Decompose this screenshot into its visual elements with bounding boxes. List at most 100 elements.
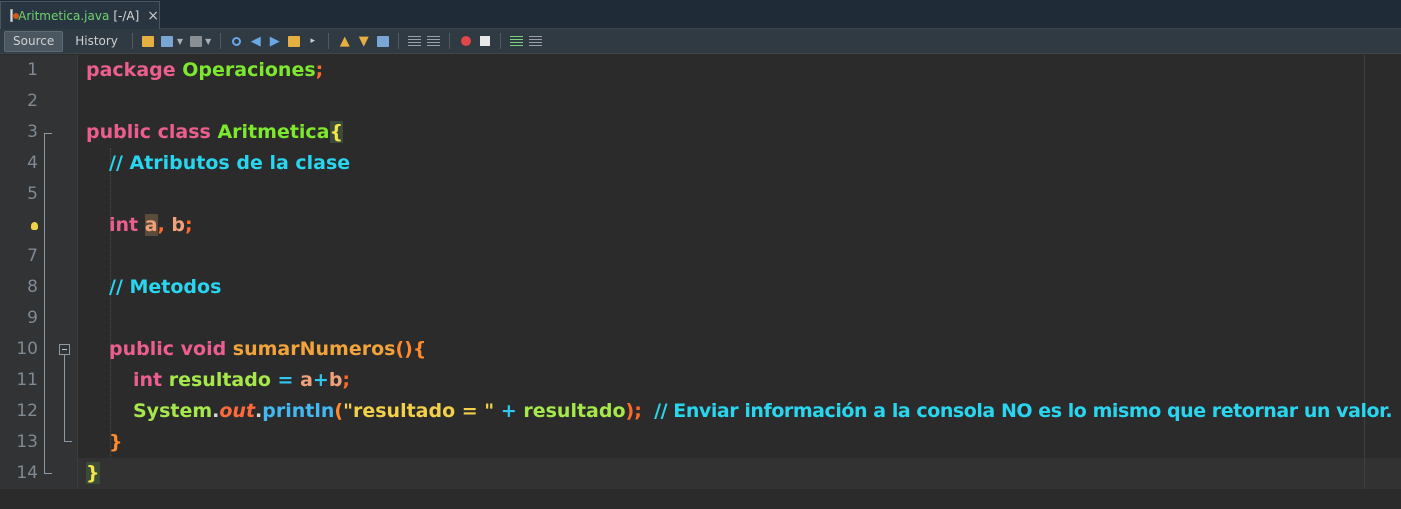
line-number: 9: [27, 308, 38, 328]
method-fold-toggle[interactable]: [59, 344, 70, 355]
line-number: 4: [27, 153, 38, 173]
line-number: 13: [16, 432, 38, 452]
toolbar-separator: [220, 33, 222, 49]
code-token: ;: [342, 369, 351, 391]
line-number: 1: [27, 60, 38, 80]
method-fold-line: [64, 355, 65, 441]
hint-bulb-icon[interactable]: [28, 220, 40, 232]
code-token: package: [86, 59, 176, 81]
find-icon[interactable]: [229, 34, 244, 49]
history-button[interactable]: History: [67, 31, 126, 52]
line-number: 5: [27, 184, 38, 204]
code-line-6: int a, b;: [109, 210, 193, 241]
toggle-bookmark-icon[interactable]: [375, 34, 390, 49]
code-token: Operaciones: [175, 59, 316, 81]
toolbar-separator: [131, 33, 133, 49]
code-token: resultado: [523, 400, 626, 422]
line-number: 3: [27, 122, 38, 142]
rectangular-selection-icon[interactable]: ▸: [305, 34, 320, 49]
code-token: // Atributos de la clase: [109, 152, 351, 174]
next-bookmark-icon[interactable]: ▼: [356, 34, 371, 49]
last-edit-icon[interactable]: [141, 34, 156, 49]
code-token: +: [312, 369, 329, 391]
line-number: 7: [27, 246, 38, 266]
tab-mode: [-/A]: [113, 8, 140, 23]
code-line-3: public class Aritmetica{: [86, 117, 344, 148]
line-number: 10: [16, 339, 38, 359]
code-token: (){: [395, 338, 427, 360]
code-editor[interactable]: 1 2 3 4 5 6 7 8 9 10 11 12 13 14 package…: [0, 55, 1401, 509]
back-dropdown-icon[interactable]: ▼: [177, 37, 183, 46]
source-button[interactable]: Source: [4, 30, 64, 52]
code-token: a: [144, 214, 158, 236]
previous-bookmark-icon[interactable]: ▲: [337, 34, 352, 49]
right-margin-line: [1364, 55, 1365, 509]
code-token: =: [270, 369, 301, 391]
java-file-icon: [10, 9, 20, 22]
code-token: out: [219, 400, 256, 422]
class-fold-start: [44, 133, 52, 134]
close-tab-icon[interactable]: ×: [147, 8, 159, 24]
toolbar-separator: [449, 33, 451, 49]
class-fold-end: [44, 473, 52, 474]
editor-bottom: [0, 489, 1401, 509]
code-token: +: [494, 400, 524, 422]
code-token: resultado: [162, 369, 271, 391]
code-token: ;: [315, 59, 324, 81]
code-token: b: [164, 214, 186, 236]
code-token: int: [109, 214, 139, 236]
code-token: a: [300, 369, 313, 391]
code-token: }: [109, 431, 123, 453]
tab-aritmetica-java[interactable]: Aritmetica.java [-/A] ×: [0, 1, 160, 29]
code-token: ,: [157, 214, 165, 236]
start-macro-recording-icon[interactable]: [458, 34, 473, 49]
code-token: (: [334, 400, 344, 422]
line-number: 2: [27, 91, 38, 111]
code-line-12: System.out.println("resultado = " + resu…: [133, 396, 1393, 427]
code-line-10: public void sumarNumeros(){: [109, 334, 426, 365]
code-token: Aritmetica: [210, 121, 330, 143]
code-line-14: }: [86, 458, 100, 489]
find-next-icon[interactable]: ▶: [267, 34, 282, 49]
code-token: sumarNumeros: [226, 338, 396, 360]
shift-left-icon[interactable]: [407, 34, 422, 49]
toolbar-separator: [328, 33, 330, 49]
code-token: }: [86, 462, 100, 484]
line-number: 11: [16, 370, 38, 390]
code-token: System: [133, 400, 213, 422]
shift-right-icon[interactable]: [426, 34, 441, 49]
code-token: "resultado = ": [343, 400, 495, 422]
code-line-11: int resultado = a+b;: [133, 365, 350, 396]
line-number: 12: [16, 401, 38, 421]
uncomment-icon[interactable]: [528, 34, 543, 49]
find-previous-icon[interactable]: ◀: [248, 34, 263, 49]
comment-icon[interactable]: [509, 34, 524, 49]
method-fold-end: [64, 441, 72, 442]
class-fold-line: [44, 133, 45, 473]
code-token: );: [625, 400, 642, 422]
forward-icon[interactable]: [188, 34, 203, 49]
forward-dropdown-icon[interactable]: ▼: [205, 37, 211, 46]
line-number-gutter: 1 2 3 4 5 6 7 8 9 10 11 12 13 14: [0, 55, 78, 509]
code-line-8: // Metodos: [109, 272, 221, 303]
stop-macro-recording-icon[interactable]: [477, 34, 492, 49]
code-token: // Enviar información a la consola NO es…: [641, 400, 1393, 422]
tab-filename: Aritmetica.java: [18, 8, 110, 23]
code-token: // Metodos: [109, 276, 222, 298]
code-line-13: }: [109, 427, 123, 458]
toggle-highlight-icon[interactable]: [286, 34, 301, 49]
code-token: public class: [86, 121, 211, 143]
current-line-highlight: [78, 458, 1401, 489]
code-token: b: [328, 369, 343, 391]
toolbar-separator: [398, 33, 400, 49]
line-number: 8: [27, 277, 38, 297]
code-token: println: [262, 400, 335, 422]
code-token: {: [329, 121, 344, 143]
code-token: ;: [185, 214, 193, 236]
code-line-1: package Operaciones;: [86, 55, 323, 86]
editor-toolbar: Source History ▼ ▼ ◀ ▶ ▸ ▲ ▼: [0, 29, 1401, 54]
code-token: public void: [109, 338, 227, 360]
code-line-4: // Atributos de la clase: [109, 148, 350, 179]
code-token: int: [133, 369, 163, 391]
back-icon[interactable]: [160, 34, 175, 49]
